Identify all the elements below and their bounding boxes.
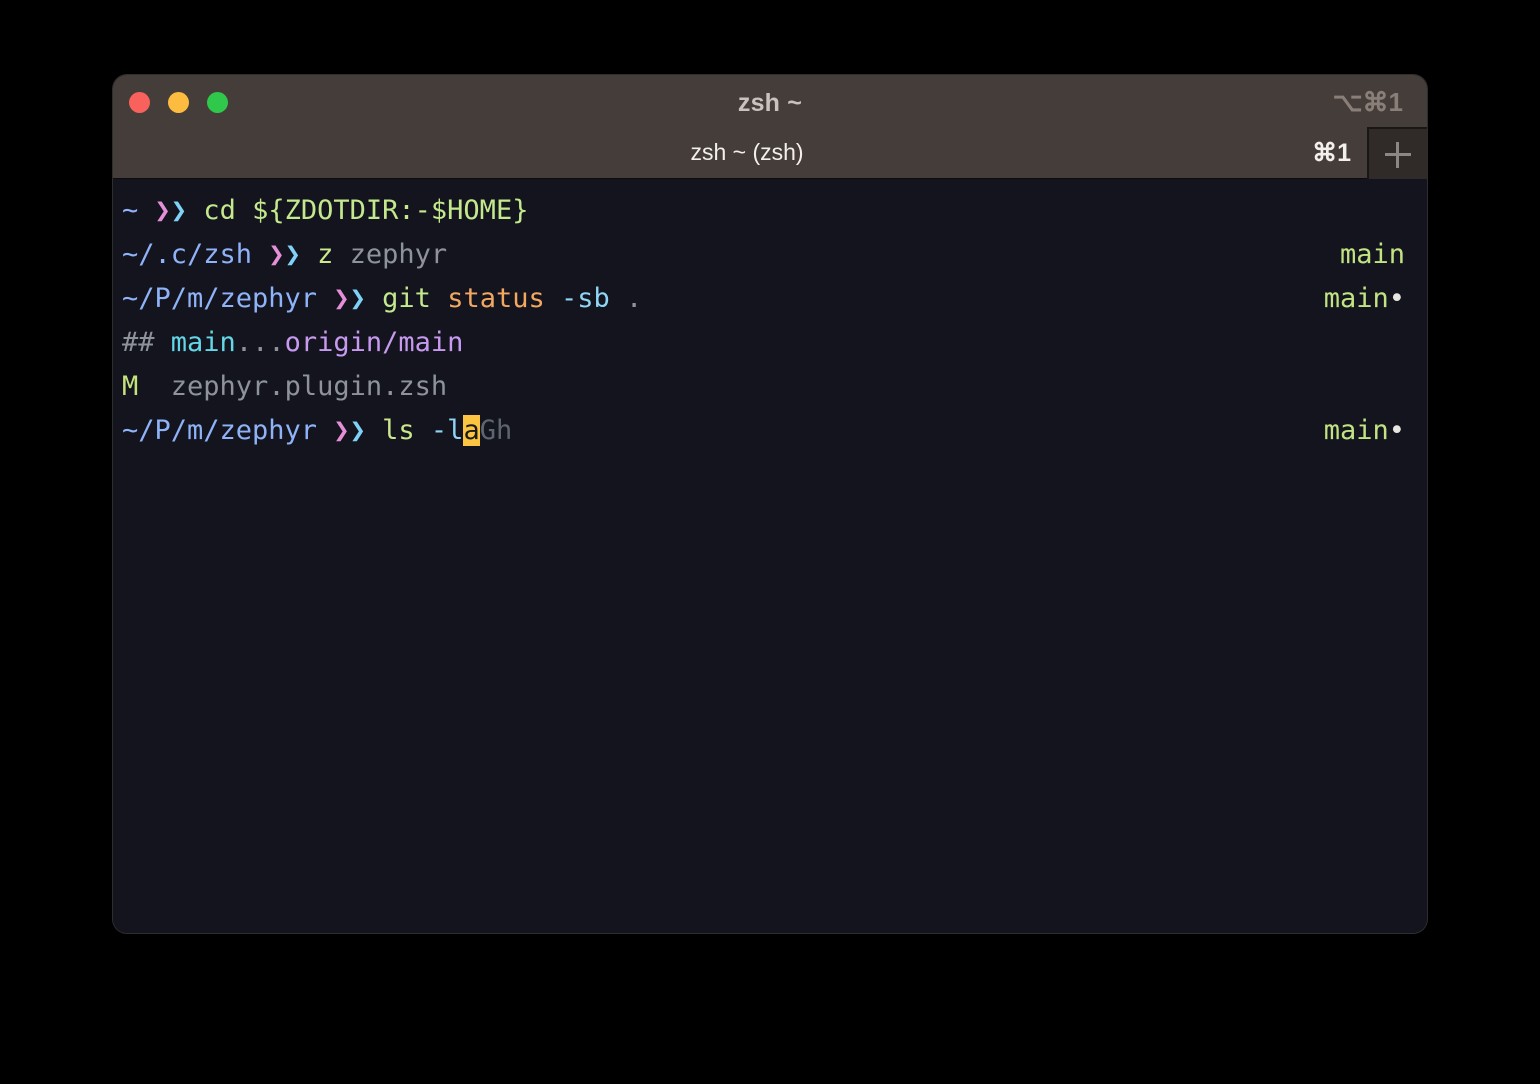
prompt-path: ~/.c/zsh: [122, 239, 253, 270]
text-cursor[interactable]: a: [463, 415, 480, 446]
prompt-chevron-right-icon: ❯: [349, 415, 366, 446]
prompt-chevron-right-icon: ❯: [170, 195, 188, 226]
prompt-path: ~/P/m/zephyr: [122, 283, 318, 314]
git-branch-indicator: main: [1323, 415, 1389, 446]
terminal-line-z: ~/.c/zsh ❯❯ z zephyr main: [113, 233, 1427, 277]
command-argument: .: [626, 283, 643, 314]
new-tab-button[interactable]: [1367, 127, 1427, 180]
prompt-chevron-left-icon: ❯: [333, 283, 350, 314]
title-bar: zsh ~ ⌥⌘1 zsh ~ (zsh) ⌘1: [113, 75, 1427, 180]
terminal-output-area[interactable]: ~ ❯❯ cd ${ZDOTDIR:-$HOME} ~/.c/zsh ❯❯ z …: [113, 179, 1427, 933]
prompt-path: ~: [122, 195, 139, 226]
command-subcommand: status: [447, 283, 545, 314]
git-file-status: M: [122, 371, 139, 402]
command-name: ls: [382, 415, 415, 446]
git-branch-separator: ...: [235, 327, 285, 358]
command-argument: zephyr: [349, 239, 448, 270]
command-name: git: [382, 283, 431, 314]
tab-shortcut-hint: ⌘1: [1312, 139, 1351, 167]
prompt-chevron-left-icon: ❯: [154, 195, 171, 226]
git-branch-indicator: main: [1323, 283, 1389, 314]
command-argument: ${ZDOTDIR:-$HOME}: [252, 195, 529, 226]
prompt-chevron-right-icon: ❯: [284, 239, 301, 270]
autosuggestion-text: Gh: [479, 415, 513, 446]
terminal-line-git-status: ~/P/m/zephyr ❯❯ git status -sb . main•: [113, 277, 1427, 321]
git-file-name: zephyr.plugin.zsh: [170, 371, 448, 402]
terminal-line-modified-file: M zephyr.plugin.zsh: [113, 365, 1427, 409]
screen: zsh ~ ⌥⌘1 zsh ~ (zsh) ⌘1 ~ ❯❯ cd ${ZDOTD…: [0, 0, 1540, 1084]
window-shortcut-hint: ⌥⌘1: [1332, 87, 1403, 117]
git-branch-indicator: main: [1339, 239, 1405, 270]
terminal-line-cd: ~ ❯❯ cd ${ZDOTDIR:-$HOME}: [113, 189, 1427, 233]
git-local-branch: main: [170, 327, 236, 358]
command-name: cd: [203, 195, 236, 226]
tab-title-label: zsh ~ (zsh): [690, 138, 804, 165]
prompt-path: ~/P/m/zephyr: [122, 415, 318, 446]
window-title: zsh ~: [737, 89, 803, 117]
prompt-chevron-right-icon: ❯: [349, 283, 366, 314]
plus-icon: [1385, 141, 1411, 168]
command-flag: -sb: [561, 283, 610, 314]
git-dirty-dot-icon: •: [1388, 415, 1405, 446]
git-dirty-dot-icon: •: [1388, 283, 1405, 314]
terminal-line-input[interactable]: ~/P/m/zephyr ❯❯ ls -laGh main•: [113, 409, 1427, 453]
prompt-chevron-left-icon: ❯: [268, 239, 285, 270]
git-output-marker: ##: [122, 327, 155, 358]
command-name: z: [317, 239, 334, 270]
tab-bar: zsh ~ (zsh) ⌘1: [113, 126, 1427, 180]
terminal-line-branch-output: ## main...origin/main: [113, 321, 1427, 365]
tab-zsh[interactable]: zsh ~ (zsh): [113, 126, 1367, 178]
terminal-window: zsh ~ ⌥⌘1 zsh ~ (zsh) ⌘1 ~ ❯❯ cd ${ZDOTD…: [113, 75, 1427, 933]
prompt-chevron-left-icon: ❯: [333, 415, 350, 446]
git-remote-branch: origin/main: [284, 327, 464, 358]
command-flag: -l: [430, 415, 464, 446]
